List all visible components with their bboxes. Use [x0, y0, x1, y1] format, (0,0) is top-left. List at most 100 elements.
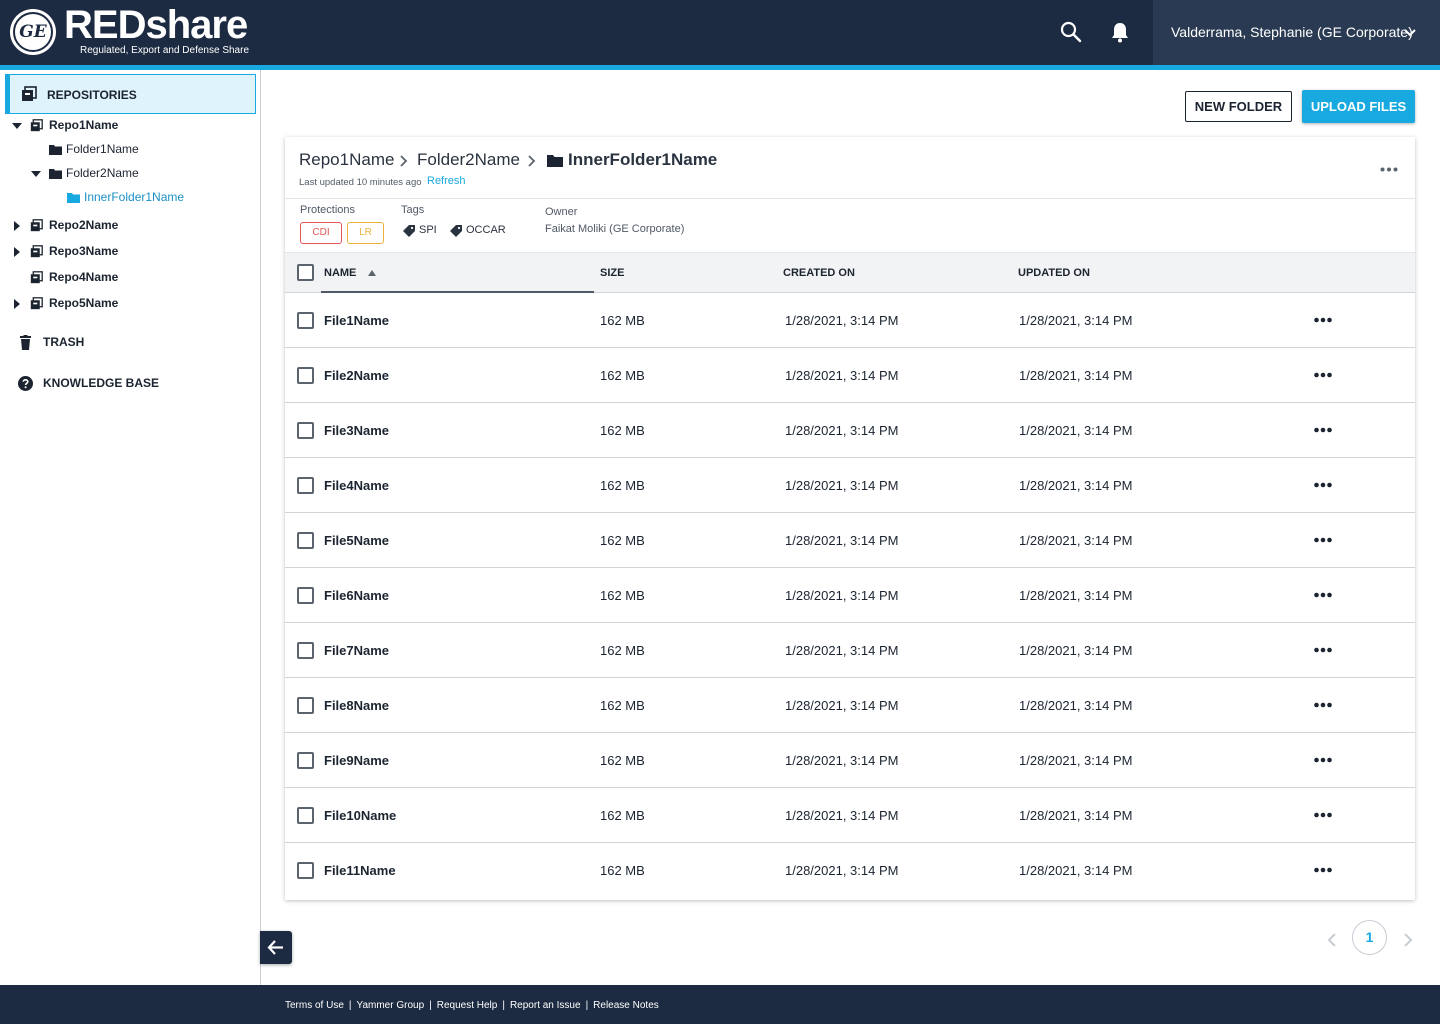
row-checkbox[interactable] — [297, 477, 314, 494]
caret-right-icon[interactable] — [12, 247, 22, 257]
footer-link-request-help[interactable]: Request Help — [437, 1000, 498, 1011]
more-horizontal-icon[interactable] — [1314, 427, 1332, 433]
column-header-label: NAME — [324, 267, 357, 279]
file-updated-on: 1/28/2021, 3:14 PM — [1019, 698, 1133, 713]
user-name: Valderrama, Stephanie (GE Corporate) — [1171, 24, 1413, 40]
footer-separator: | — [348, 1000, 352, 1011]
sidebar-item-repositories[interactable]: REPOSITORIES — [5, 74, 256, 114]
more-horizontal-icon[interactable] — [1314, 537, 1332, 543]
upload-files-button[interactable]: UPLOAD FILES — [1302, 90, 1415, 123]
table-row[interactable]: File11Name 162 MB 1/28/2021, 3:14 PM 1/2… — [285, 843, 1415, 898]
refresh-link[interactable]: Refresh — [427, 175, 466, 187]
caret-right-icon[interactable] — [12, 299, 22, 309]
file-created-on: 1/28/2021, 3:14 PM — [785, 753, 899, 768]
file-name[interactable]: File10Name — [324, 808, 396, 823]
file-name[interactable]: File1Name — [324, 313, 389, 328]
ge-logo[interactable]: GE — [10, 9, 56, 55]
more-horizontal-icon[interactable] — [1314, 867, 1332, 873]
more-horizontal-icon[interactable] — [1314, 317, 1332, 323]
table-row[interactable]: File9Name 162 MB 1/28/2021, 3:14 PM 1/28… — [285, 733, 1415, 788]
pagination-current-page[interactable]: 1 — [1352, 920, 1387, 955]
more-horizontal-icon[interactable] — [1314, 757, 1332, 763]
more-horizontal-icon[interactable] — [1380, 167, 1398, 172]
more-horizontal-icon[interactable] — [1314, 702, 1332, 708]
file-name[interactable]: File6Name — [324, 588, 389, 603]
owner-value: Faikat Moliki (GE Corporate) — [545, 223, 685, 235]
file-name[interactable]: File2Name — [324, 368, 389, 383]
footer-link-release-notes[interactable]: Release Notes — [593, 1000, 659, 1011]
table-row[interactable]: File2Name 162 MB 1/28/2021, 3:14 PM 1/28… — [285, 348, 1415, 403]
row-checkbox[interactable] — [297, 532, 314, 549]
repository-icon — [22, 86, 37, 101]
more-horizontal-icon[interactable] — [1314, 372, 1332, 378]
row-checkbox[interactable] — [297, 422, 314, 439]
column-header-name[interactable]: NAME — [324, 267, 376, 279]
footer: Terms of Use | Yammer Group | Request Help | R… — [0, 985, 1440, 1024]
table-row[interactable]: File5Name 162 MB 1/28/2021, 3:14 PM 1/28… — [285, 513, 1415, 568]
bell-icon[interactable] — [1108, 20, 1132, 44]
file-name[interactable]: File7Name — [324, 643, 389, 658]
caret-down-icon[interactable] — [31, 169, 41, 179]
more-horizontal-icon[interactable] — [1314, 812, 1332, 818]
table-row[interactable]: File1Name 162 MB 1/28/2021, 3:14 PM 1/28… — [285, 293, 1415, 348]
file-created-on: 1/28/2021, 3:14 PM — [785, 863, 899, 878]
file-name[interactable]: File3Name — [324, 423, 389, 438]
file-created-on: 1/28/2021, 3:14 PM — [785, 643, 899, 658]
tree-item-label: Repo5Name — [49, 296, 119, 310]
new-folder-button[interactable]: NEW FOLDER — [1185, 91, 1292, 122]
more-horizontal-icon[interactable] — [1314, 482, 1332, 488]
footer-link-report-issue[interactable]: Report an Issue — [510, 1000, 581, 1011]
row-checkbox[interactable] — [297, 642, 314, 659]
repository-icon — [30, 219, 43, 232]
folder-contents-card: Repo1Name Folder2Name InnerFolder1Name L… — [285, 137, 1415, 900]
file-name[interactable]: File8Name — [324, 698, 389, 713]
table-row[interactable]: File7Name 162 MB 1/28/2021, 3:14 PM 1/28… — [285, 623, 1415, 678]
row-checkbox[interactable] — [297, 367, 314, 384]
more-horizontal-icon[interactable] — [1314, 592, 1332, 598]
chevron-left-icon[interactable] — [1326, 933, 1338, 947]
chevron-down-icon — [1404, 29, 1416, 37]
row-checkbox[interactable] — [297, 697, 314, 714]
search-icon[interactable] — [1059, 20, 1083, 44]
table-row[interactable]: File4Name 162 MB 1/28/2021, 3:14 PM 1/28… — [285, 458, 1415, 513]
repository-icon — [30, 119, 43, 132]
breadcrumb-item[interactable]: Folder2Name — [417, 150, 520, 170]
table-row[interactable]: File6Name 162 MB 1/28/2021, 3:14 PM 1/28… — [285, 568, 1415, 623]
file-name[interactable]: File11Name — [324, 863, 396, 878]
file-size: 162 MB — [600, 313, 645, 328]
row-checkbox[interactable] — [297, 807, 314, 824]
file-updated-on: 1/28/2021, 3:14 PM — [1019, 313, 1133, 328]
file-name[interactable]: File4Name — [324, 478, 389, 493]
footer-link-terms[interactable]: Terms of Use — [285, 1000, 344, 1011]
file-created-on: 1/28/2021, 3:14 PM — [785, 533, 899, 548]
row-checkbox[interactable] — [297, 587, 314, 604]
sidebar-item-label: REPOSITORIES — [47, 88, 137, 102]
row-checkbox[interactable] — [297, 752, 314, 769]
file-size: 162 MB — [600, 698, 645, 713]
collapse-sidebar-button[interactable] — [260, 931, 292, 964]
file-updated-on: 1/28/2021, 3:14 PM — [1019, 368, 1133, 383]
select-all-checkbox[interactable] — [297, 264, 314, 281]
row-checkbox[interactable] — [297, 312, 314, 329]
column-header-created[interactable]: CREATED ON — [783, 267, 855, 279]
file-name[interactable]: File5Name — [324, 533, 389, 548]
caret-right-icon[interactable] — [12, 221, 22, 231]
column-header-updated[interactable]: UPDATED ON — [1018, 267, 1090, 279]
file-name[interactable]: File9Name — [324, 753, 389, 768]
column-header-size[interactable]: SIZE — [600, 267, 624, 279]
breadcrumb-item[interactable]: Repo1Name — [299, 150, 394, 170]
file-updated-on: 1/28/2021, 3:14 PM — [1019, 753, 1133, 768]
user-menu[interactable]: Valderrama, Stephanie (GE Corporate) — [1153, 0, 1440, 65]
tag-label: OCCAR — [466, 224, 506, 236]
arrow-left-icon — [267, 940, 283, 955]
caret-down-icon[interactable] — [12, 121, 22, 131]
footer-link-yammer[interactable]: Yammer Group — [357, 1000, 425, 1011]
chevron-right-icon[interactable] — [1402, 933, 1414, 947]
file-created-on: 1/28/2021, 3:14 PM — [785, 368, 899, 383]
table-row[interactable]: File3Name 162 MB 1/28/2021, 3:14 PM 1/28… — [285, 403, 1415, 458]
more-horizontal-icon[interactable] — [1314, 647, 1332, 653]
divider — [285, 198, 1415, 199]
table-row[interactable]: File10Name 162 MB 1/28/2021, 3:14 PM 1/2… — [285, 788, 1415, 843]
table-row[interactable]: File8Name 162 MB 1/28/2021, 3:14 PM 1/28… — [285, 678, 1415, 733]
row-checkbox[interactable] — [297, 862, 314, 879]
